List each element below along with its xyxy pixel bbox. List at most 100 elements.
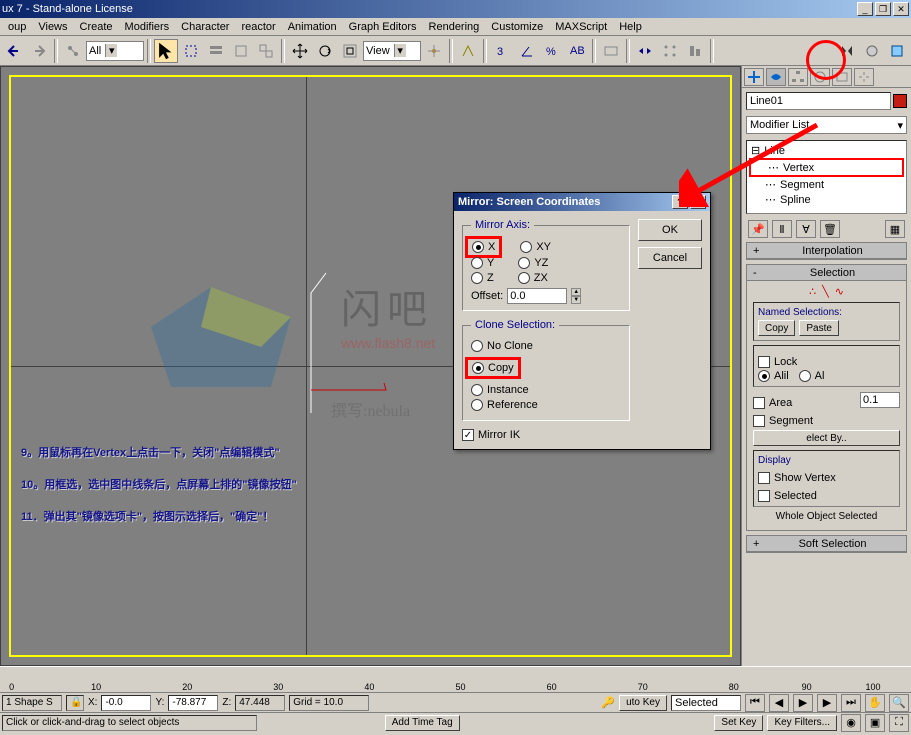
nav-zoom-button[interactable]: 🔍: [889, 694, 909, 712]
nav-arc-button[interactable]: ◉: [841, 714, 861, 732]
prev-frame-button[interactable]: ◀: [769, 694, 789, 712]
align-button[interactable]: [683, 39, 707, 63]
move-tool[interactable]: [288, 39, 312, 63]
undo-button[interactable]: [2, 39, 26, 63]
segment-selmode-icon[interactable]: ╲: [822, 285, 829, 298]
menu-customize[interactable]: Customize: [485, 19, 549, 35]
setkey-button[interactable]: Set Key: [714, 715, 763, 731]
dialog-close-button[interactable]: ✕: [690, 195, 706, 209]
show-result-button[interactable]: Ⅱ: [772, 220, 792, 238]
y-coord-field[interactable]: -78.877: [168, 695, 218, 711]
axis-zx-radio[interactable]: ZX: [518, 272, 548, 284]
menu-reactor[interactable]: reactor: [235, 19, 281, 35]
schematic-view-button[interactable]: [810, 39, 834, 63]
clone-instance-radio[interactable]: Instance: [471, 384, 621, 396]
mirror-ik-checkbox[interactable]: ✓Mirror IK: [462, 429, 630, 441]
paste-sel-button[interactable]: Paste: [799, 320, 839, 336]
clone-none-radio[interactable]: No Clone: [471, 340, 621, 352]
menu-graph-editors[interactable]: Graph Editors: [343, 19, 423, 35]
z-coord-field[interactable]: 47.448: [235, 695, 285, 711]
alil-radio[interactable]: Alil: [758, 370, 789, 382]
redo-button[interactable]: [27, 39, 51, 63]
material-editor-button[interactable]: [860, 39, 884, 63]
array-button[interactable]: [658, 39, 682, 63]
key-filters-button[interactable]: Key Filters...: [767, 715, 837, 731]
named-sel-button[interactable]: [599, 39, 623, 63]
minimize-button[interactable]: _: [857, 2, 873, 16]
menu-views[interactable]: Views: [32, 19, 73, 35]
clone-copy-radio[interactable]: Copy: [472, 362, 514, 374]
hierarchy-tab[interactable]: [788, 68, 808, 86]
segment-checkbox[interactable]: Segment: [753, 415, 900, 427]
offset-spinner[interactable]: 0.0: [507, 288, 567, 304]
dialog-titlebar[interactable]: Mirror: Screen Coordinates ? ✕: [454, 193, 710, 211]
percent-snap-toggle[interactable]: %: [540, 39, 564, 63]
interpolation-rollout-header[interactable]: +Interpolation: [747, 243, 906, 259]
area-checkbox[interactable]: Area: [753, 397, 792, 409]
snap-toggle[interactable]: 3: [490, 39, 514, 63]
time-ruler[interactable]: 0 10 20 30 40 50 60 70 80 90 100: [0, 666, 911, 692]
render-button[interactable]: [885, 39, 909, 63]
tree-item-segment[interactable]: ⋯Segment: [749, 177, 904, 192]
axis-z-radio[interactable]: Z: [471, 272, 494, 284]
restore-button[interactable]: ❐: [875, 2, 891, 16]
select-name-button[interactable]: [204, 39, 228, 63]
menu-rendering[interactable]: Rendering: [423, 19, 486, 35]
object-color-swatch[interactable]: [893, 94, 907, 108]
pivot-button[interactable]: [422, 39, 446, 63]
selected-checkbox[interactable]: Selected: [758, 490, 895, 502]
select-region-button[interactable]: [229, 39, 253, 63]
mirror-tool-button[interactable]: [835, 39, 859, 63]
angle-snap-toggle[interactable]: [515, 39, 539, 63]
x-coord-field[interactable]: -0.0: [101, 695, 151, 711]
key-icon[interactable]: 🔑: [601, 696, 615, 709]
ok-button[interactable]: OK: [638, 219, 702, 241]
nav-max-button[interactable]: ⛶: [889, 714, 909, 732]
modifier-stack[interactable]: ⊟Line ⋯Vertex ⋯Segment ⋯Spline: [746, 140, 907, 214]
nav-pan-button[interactable]: ✋: [865, 694, 885, 712]
viewport[interactable]: 闪吧 www.flash8.net 撰写:nebula 9。用鼠标再在Verte…: [0, 66, 741, 666]
select-tool[interactable]: [154, 39, 178, 63]
menu-character[interactable]: Character: [175, 19, 235, 35]
configure-button[interactable]: ▦: [885, 220, 905, 238]
menu-maxscript[interactable]: MAXScript: [549, 19, 613, 35]
scale-tool[interactable]: [338, 39, 362, 63]
autokey-button[interactable]: uto Key: [619, 695, 667, 711]
soft-selection-header[interactable]: +Soft Selection: [747, 536, 906, 552]
menu-help[interactable]: Help: [613, 19, 648, 35]
dialog-help-button[interactable]: ?: [672, 195, 688, 209]
menu-create[interactable]: Create: [74, 19, 119, 35]
select-rect-button[interactable]: [179, 39, 203, 63]
next-frame-button[interactable]: ▶: [817, 694, 837, 712]
modify-tab[interactable]: [766, 68, 786, 86]
pin-stack-button[interactable]: 📌: [748, 220, 768, 238]
tree-item-spline[interactable]: ⋯Spline: [749, 192, 904, 207]
nav-fov-button[interactable]: ▣: [865, 714, 885, 732]
display-tab[interactable]: [832, 68, 852, 86]
selection-filter-combo[interactable]: All▾: [86, 41, 144, 61]
link-button[interactable]: [61, 39, 85, 63]
manip-button[interactable]: [456, 39, 480, 63]
al-radio[interactable]: Al: [799, 370, 825, 382]
select-by-button[interactable]: elect By..: [753, 430, 900, 446]
axis-x-radio[interactable]: X: [472, 241, 495, 253]
tree-root-line[interactable]: ⊟Line: [749, 143, 904, 158]
keymode-combo[interactable]: Selected: [671, 695, 741, 711]
play-button[interactable]: ▶: [793, 694, 813, 712]
unique-button[interactable]: ∀: [796, 220, 816, 238]
spinner-snap-toggle[interactable]: ABC: [565, 39, 589, 63]
window-crossing-button[interactable]: [254, 39, 278, 63]
remove-button[interactable]: 🗑: [820, 220, 840, 238]
spline-selmode-icon[interactable]: ∿: [835, 285, 844, 298]
copy-sel-button[interactable]: Copy: [758, 320, 795, 336]
ref-coord-combo[interactable]: View▾: [363, 41, 421, 61]
create-tab[interactable]: [744, 68, 764, 86]
axis-yz-radio[interactable]: YZ: [518, 257, 548, 269]
cancel-button[interactable]: Cancel: [638, 247, 702, 269]
goto-start-button[interactable]: ⏮: [745, 694, 765, 712]
lock-icon[interactable]: 🔒: [66, 695, 84, 711]
lock-checkbox[interactable]: Lock: [758, 356, 895, 368]
axis-y-radio[interactable]: Y: [471, 257, 494, 269]
selection-rollout-header[interactable]: -Selection: [747, 265, 906, 281]
mirror-button[interactable]: [633, 39, 657, 63]
